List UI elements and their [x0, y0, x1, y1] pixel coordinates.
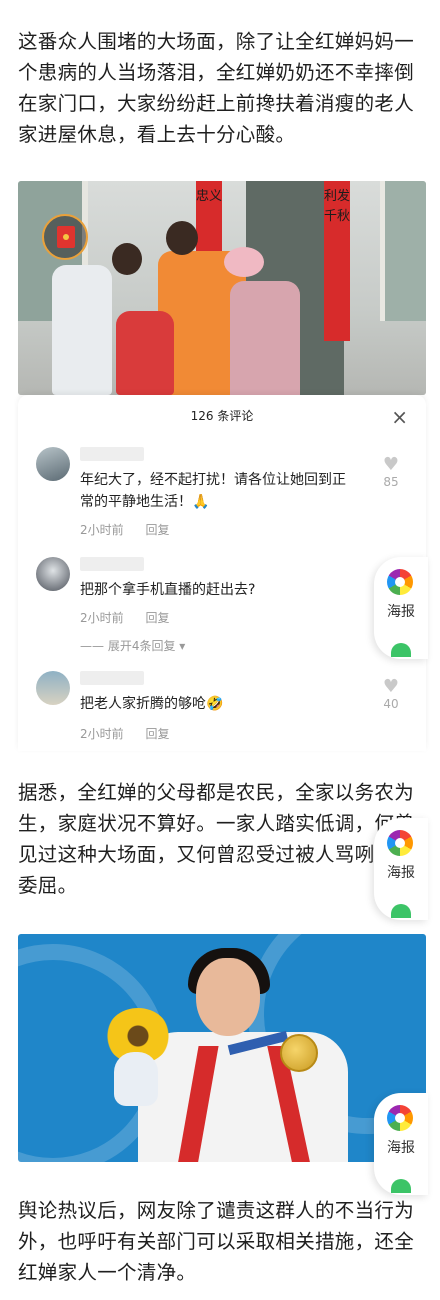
red-envelope-icon[interactable] [42, 214, 88, 260]
wechat-icon [391, 1179, 411, 1193]
heart-icon: ♥ [382, 676, 400, 697]
like-button[interactable]: ♥ 85 [376, 454, 406, 490]
article-paragraph-1: 这番众人围堵的大场面，除了让全红婵妈妈一个患病的人当场落泪，全红婵奶奶还不幸摔倒… [18, 30, 415, 146]
comment-meta: 2小时前 回复 [80, 609, 187, 626]
comment-text: 把老人家折腾的够呛🤣 [80, 696, 224, 712]
avatar[interactable] [36, 447, 70, 481]
poster-share-button[interactable]: 海报 [374, 557, 428, 659]
person-head [112, 243, 142, 275]
close-icon[interactable]: × [391, 407, 408, 427]
person-pink-shirt [230, 281, 300, 395]
comment-time: 2小时前 [80, 523, 124, 537]
comment-username[interactable] [80, 447, 144, 461]
person-hat [224, 247, 264, 277]
comment-meta: 2小时前 回复 [80, 725, 187, 742]
gold-medal [280, 1034, 318, 1072]
comment-text: 把那个拿手机直播的赶出去? [80, 582, 256, 598]
avatar[interactable] [36, 671, 70, 705]
like-button[interactable]: ♥ 40 [376, 676, 406, 712]
news-photo-medalist [18, 934, 426, 1162]
news-photo-home-scene: 忠义 利发千秋 [18, 181, 426, 395]
reply-button[interactable]: 回复 [145, 727, 169, 741]
couplet-left: 忠义 [196, 181, 222, 261]
comment-item: 把那个拿手机直播的赶出去? 2小时前 回复 —— 展开4条回复 ▾ [36, 557, 406, 657]
like-count: 85 [383, 475, 399, 489]
poster-label: 海报 [387, 1140, 415, 1156]
expand-replies-button[interactable]: —— 展开4条回复 ▾ [80, 637, 185, 654]
reply-button[interactable]: 回复 [145, 523, 169, 537]
like-count: 40 [383, 697, 399, 711]
poster-label: 海报 [387, 865, 415, 881]
comment-meta: 2小时前 回复 [80, 521, 187, 538]
comment-time: 2小时前 [80, 727, 124, 741]
person-grandmother [116, 311, 174, 395]
wechat-icon [391, 904, 411, 918]
couplet-right: 利发千秋 [324, 181, 350, 341]
comment-text: 年纪大了，经不起打扰！请各位让她回到正 常的平静地生活！🙏 [80, 472, 346, 510]
poster-flower-icon [387, 1105, 413, 1131]
comments-panel: 126 条评论 × 年纪大了，经不起打扰！请各位让她回到正 常的平静地生活！🙏 … [18, 395, 426, 751]
comment-item: 把老人家折腾的够呛🤣 2小时前 回复 ♥ 40 [36, 671, 406, 741]
comments-count-title: 126 条评论 [190, 409, 254, 423]
athlete-face [196, 958, 260, 1036]
article-paragraph-2: 据悉，全红婵的父母都是农民，全家以务农为生，家庭状况不算好。一家人踏实低调，何曾… [18, 781, 415, 897]
poster-label: 海报 [387, 604, 415, 620]
person-man-shirt [52, 265, 112, 395]
comment-username[interactable] [80, 671, 144, 685]
comment-item: 年纪大了，经不起打扰！请各位让她回到正 常的平静地生活！🙏 2小时前 回复 ♥ … [36, 447, 406, 537]
wechat-icon [391, 643, 411, 657]
heart-icon: ♥ [382, 454, 400, 475]
poster-share-button[interactable]: 海报 [374, 818, 428, 920]
person-head [166, 221, 198, 255]
reply-button[interactable]: 回复 [145, 611, 169, 625]
photo-window-right [380, 181, 426, 321]
avatar[interactable] [36, 557, 70, 591]
poster-share-button[interactable]: 海报 [374, 1093, 428, 1195]
poster-flower-icon [387, 830, 413, 856]
article-paragraph-3: 舆论热议后，网友除了谴责这群人的不当行为外，也呼吁有关部门可以采取相关措施，还全… [18, 1199, 415, 1284]
poster-flower-icon [387, 569, 413, 595]
comment-time: 2小时前 [80, 611, 124, 625]
comment-username[interactable] [80, 557, 144, 571]
mascot-toy [114, 1052, 158, 1106]
